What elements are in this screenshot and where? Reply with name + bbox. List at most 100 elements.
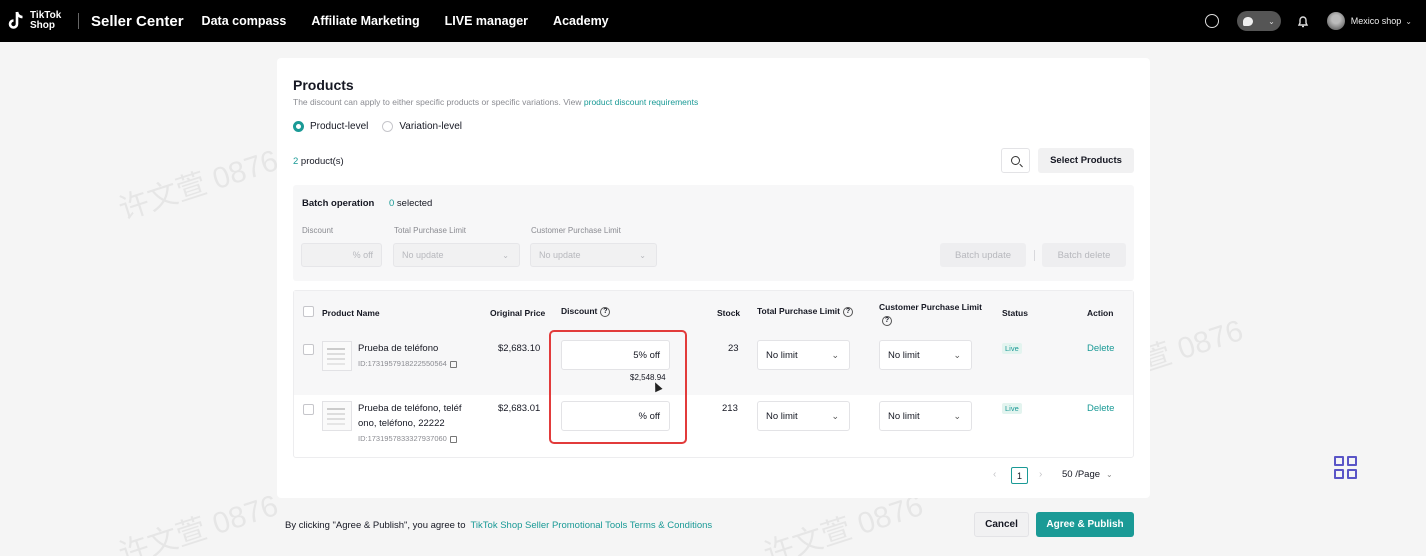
batch-customer-limit-select[interactable]: No update ⌄ xyxy=(530,243,657,267)
product-id-text: ID:1731957833327937060 xyxy=(358,434,447,443)
app-grid-icon[interactable] xyxy=(1334,456,1357,479)
nav-academy[interactable]: Academy xyxy=(553,14,609,28)
batch-discount-placeholder: % off xyxy=(352,250,373,260)
batch-selected-suffix: selected xyxy=(394,198,433,209)
agree-publish-button[interactable]: Agree & Publish xyxy=(1036,512,1134,537)
terms-link[interactable]: TikTok Shop Seller Promotional Tools Ter… xyxy=(470,520,712,531)
header-discount: Discount? xyxy=(561,306,611,317)
chevron-down-icon: ⌄ xyxy=(953,349,961,360)
product-thumbnail xyxy=(322,401,352,431)
chevron-down-icon: ⌄ xyxy=(1106,470,1113,479)
help-icon[interactable]: ? xyxy=(882,315,892,326)
grid-cell xyxy=(1334,456,1344,466)
search-button[interactable] xyxy=(1001,148,1030,173)
customer-limit-select[interactable]: No limit ⌄ xyxy=(879,340,972,370)
header-stock: Stock xyxy=(717,308,741,318)
radio-variation-level[interactable] xyxy=(382,121,394,132)
header-total-limit-text: Total Purchase Limit xyxy=(757,306,840,316)
stock-value: 213 xyxy=(722,403,738,414)
total-limit-select[interactable]: No limit ⌄ xyxy=(757,340,850,370)
batch-divider xyxy=(1034,250,1035,261)
original-price: $2,683.10 xyxy=(498,343,541,354)
product-count: 2 product(s) xyxy=(293,156,344,167)
batch-total-limit-select[interactable]: No update ⌄ xyxy=(393,243,520,267)
cancel-button[interactable]: Cancel xyxy=(974,512,1029,537)
pagination-page[interactable]: 1 xyxy=(1011,467,1028,484)
radio-label-product-level[interactable]: Product-level xyxy=(310,121,368,132)
pagination-next-icon[interactable]: › xyxy=(1039,469,1042,480)
nav-live-manager[interactable]: LIVE manager xyxy=(445,14,528,28)
logo-text: TikTok Shop xyxy=(30,10,62,31)
product-discount-requirements-link[interactable]: product discount requirements xyxy=(584,97,698,107)
header-total-limit: Total Purchase Limit? xyxy=(757,306,853,317)
header-customer-limit: Customer Purchase Limit? xyxy=(879,301,989,327)
select-all-checkbox[interactable] xyxy=(303,306,314,317)
header-status: Status xyxy=(1002,308,1028,318)
table-header: Product Name Original Price Discount? St… xyxy=(294,291,1133,333)
support-headset-icon[interactable] xyxy=(1204,14,1219,28)
product-count-suffix: product(s) xyxy=(298,156,344,167)
section-title: Products xyxy=(293,77,354,93)
header-customer-limit-text: Customer Purchase Limit xyxy=(879,302,982,312)
delete-link[interactable]: Delete xyxy=(1087,343,1114,354)
chevron-down-icon[interactable]: ⌄ xyxy=(1405,17,1412,26)
copy-icon[interactable] xyxy=(449,360,457,368)
agreement-text: By clicking "Agree & Publish", you agree… xyxy=(285,520,712,531)
product-name: Prueba de teléfono xyxy=(358,343,439,354)
help-icon[interactable]: ? xyxy=(600,306,611,317)
customer-limit-select[interactable]: No limit ⌄ xyxy=(879,401,972,431)
customer-limit-value: No limit xyxy=(888,410,920,422)
logo-divider xyxy=(78,13,79,29)
products-card: Products The discount can apply to eithe… xyxy=(277,58,1150,498)
batch-discount-input[interactable]: % off xyxy=(301,243,382,267)
row-checkbox[interactable] xyxy=(303,404,314,415)
shop-name[interactable]: Mexico shop xyxy=(1351,16,1402,26)
page-size-value: 50 /Page xyxy=(1062,469,1101,480)
delete-link[interactable]: Delete xyxy=(1087,403,1114,414)
header-discount-text: Discount xyxy=(561,306,598,316)
select-products-button[interactable]: Select Products xyxy=(1038,148,1134,173)
app-title[interactable]: Seller Center xyxy=(91,13,184,30)
pagination-prev-icon[interactable]: ‹ xyxy=(993,469,996,480)
chevron-down-icon: ⌄ xyxy=(953,410,961,421)
product-id: ID:1731957833327937060 xyxy=(358,434,457,443)
nav-data-compass[interactable]: Data compass xyxy=(202,14,287,28)
header-product-name: Product Name xyxy=(322,308,380,318)
chevron-down-icon: ⌄ xyxy=(831,410,839,421)
chat-menu[interactable]: ⌄ xyxy=(1236,11,1281,31)
original-price: $2,683.01 xyxy=(498,403,541,414)
product-thumbnail xyxy=(322,341,352,371)
discount-highlight-box xyxy=(549,330,687,444)
product-name-line-2: ono, teléfono, 22222 xyxy=(358,418,445,429)
copy-icon[interactable] xyxy=(449,435,457,443)
table-row: Prueba de teléfono, teléf ono, teléfono,… xyxy=(294,395,1133,457)
help-icon[interactable]: ? xyxy=(842,306,853,317)
radio-label-variation-level[interactable]: Variation-level xyxy=(399,121,462,132)
chevron-down-icon: ⌄ xyxy=(502,250,509,260)
radio-product-level[interactable] xyxy=(293,121,304,132)
batch-update-button[interactable]: Batch update xyxy=(940,243,1026,267)
customer-limit-value: No limit xyxy=(888,349,920,361)
total-limit-select[interactable]: No limit ⌄ xyxy=(757,401,850,431)
products-table: Product Name Original Price Discount? St… xyxy=(293,290,1134,458)
top-navigation-bar: TikTok Shop Seller Center Data compass A… xyxy=(0,0,1426,42)
section-subtitle: The discount can apply to either specifi… xyxy=(293,97,698,107)
row-checkbox[interactable] xyxy=(303,344,314,355)
tiktok-logo-icon xyxy=(8,11,23,29)
notification-bell-icon[interactable] xyxy=(1297,15,1309,28)
batch-total-limit-value: No update xyxy=(402,250,444,260)
shop-avatar[interactable] xyxy=(1326,12,1345,30)
chevron-down-icon: ⌄ xyxy=(639,250,646,260)
search-icon xyxy=(1011,156,1020,165)
chat-icon xyxy=(1242,16,1253,26)
product-id: ID:1731957918222550564 xyxy=(358,359,457,368)
tiktok-shop-logo[interactable]: TikTok Shop xyxy=(8,10,66,32)
nav-affiliate-marketing[interactable]: Affiliate Marketing xyxy=(311,14,419,28)
page-size-select[interactable]: 50 /Page ⌄ xyxy=(1062,469,1134,484)
chevron-down-icon: ⌄ xyxy=(831,349,839,360)
batch-delete-button[interactable]: Batch delete xyxy=(1042,243,1126,267)
agreement-text-body: By clicking "Agree & Publish", you agree… xyxy=(285,520,466,531)
product-id-text: ID:1731957918222550564 xyxy=(358,359,447,368)
total-limit-value: No limit xyxy=(766,410,798,422)
status-badge: Live xyxy=(1002,403,1022,414)
